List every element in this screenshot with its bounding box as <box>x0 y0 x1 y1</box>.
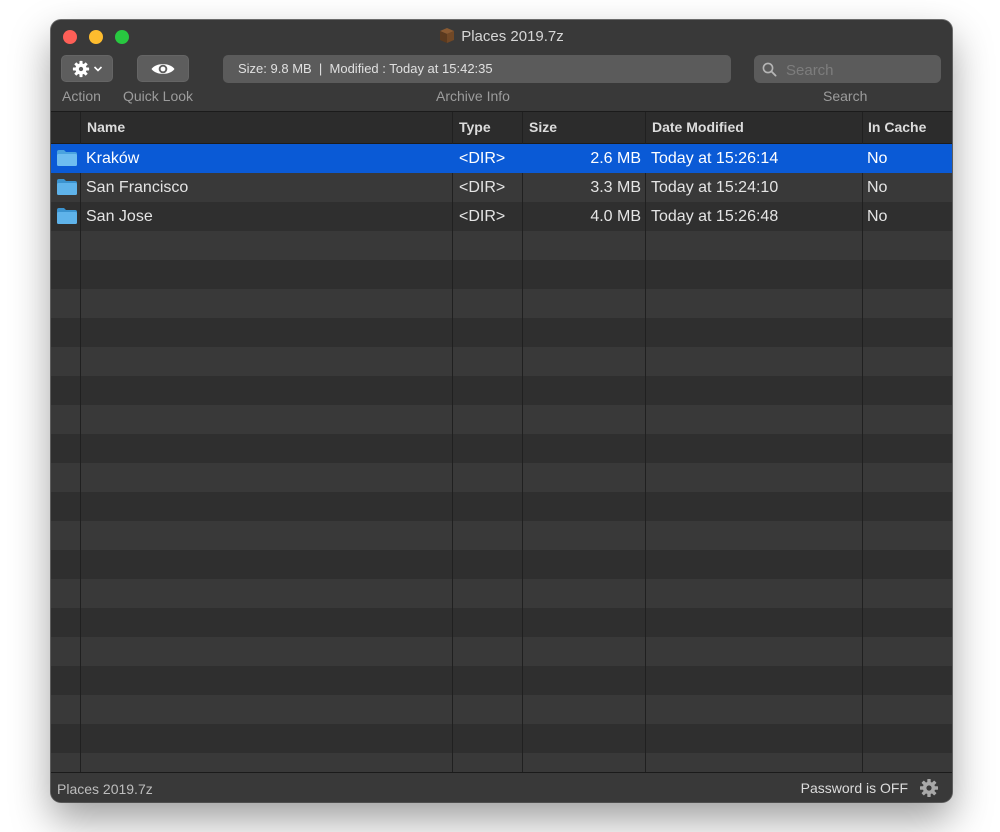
table-row[interactable]: Kraków <DIR> 2.6 MB Today at 15:26:14 No <box>51 144 952 173</box>
cell-size: 3.3 MB <box>590 179 641 196</box>
search-input[interactable] <box>784 55 938 85</box>
status-archive-name: Places 2019.7z <box>57 781 153 797</box>
folder-icon <box>57 208 77 224</box>
window-title-text: Places 2019.7z <box>461 28 564 45</box>
toolbar: Places 2019.7z Action Quick Look Size: 9… <box>51 20 952 112</box>
folder-icon <box>57 150 77 166</box>
column-header-type[interactable]: Type <box>459 112 491 143</box>
gear-icon <box>72 60 89 77</box>
cell-type: <DIR> <box>459 179 506 196</box>
table-row[interactable]: San Francisco <DIR> 3.3 MB Today at 15:2… <box>51 173 952 202</box>
cell-name: San Francisco <box>86 179 189 196</box>
cell-date-modified: Today at 15:24:10 <box>651 179 779 196</box>
cell-name: Kraków <box>86 150 140 167</box>
cell-type: <DIR> <box>459 150 506 167</box>
cell-type: <DIR> <box>459 208 506 225</box>
archive-box-icon <box>440 28 455 43</box>
folder-icon <box>57 179 77 195</box>
archive-info-field: Size: 9.8 MB | Modified : Today at 15:42… <box>223 55 731 83</box>
table-header: Name Type Size Date Modified In Cache <box>51 112 952 144</box>
cell-size: 4.0 MB <box>590 208 641 225</box>
column-header-in-cache[interactable]: In Cache <box>868 112 926 143</box>
file-table: Name Type Size Date Modified In Cache Kr… <box>51 112 952 772</box>
cell-size: 2.6 MB <box>590 150 641 167</box>
gear-icon[interactable] <box>919 778 939 798</box>
search-field[interactable] <box>754 55 941 85</box>
table-row[interactable]: San Jose <DIR> 4.0 MB Today at 15:26:48 … <box>51 202 952 231</box>
quick-look-label: Quick Look <box>123 88 194 104</box>
cell-name: San Jose <box>86 208 153 225</box>
search-label: Search <box>823 88 868 104</box>
column-header-size[interactable]: Size <box>529 112 557 143</box>
cell-in-cache: No <box>867 150 888 167</box>
chevron-down-icon <box>93 65 102 72</box>
quick-look-button[interactable] <box>137 55 189 82</box>
cell-in-cache: No <box>867 208 888 225</box>
app-window: Places 2019.7z Action Quick Look Size: 9… <box>51 20 952 802</box>
action-button[interactable] <box>61 55 113 82</box>
archive-info-label: Archive Info <box>436 88 510 104</box>
search-icon <box>762 62 777 77</box>
cell-date-modified: Today at 15:26:14 <box>651 150 779 167</box>
column-header-name[interactable]: Name <box>87 112 125 143</box>
password-status: Password is OFF <box>800 780 908 796</box>
action-label: Action <box>62 88 101 104</box>
cell-date-modified: Today at 15:26:48 <box>651 208 779 225</box>
column-header-date-modified[interactable]: Date Modified <box>652 112 744 143</box>
eye-icon <box>151 63 175 74</box>
window-title: Places 2019.7z <box>51 28 952 46</box>
cell-in-cache: No <box>867 179 888 196</box>
status-bar: Places 2019.7z Password is OFF <box>51 772 952 802</box>
